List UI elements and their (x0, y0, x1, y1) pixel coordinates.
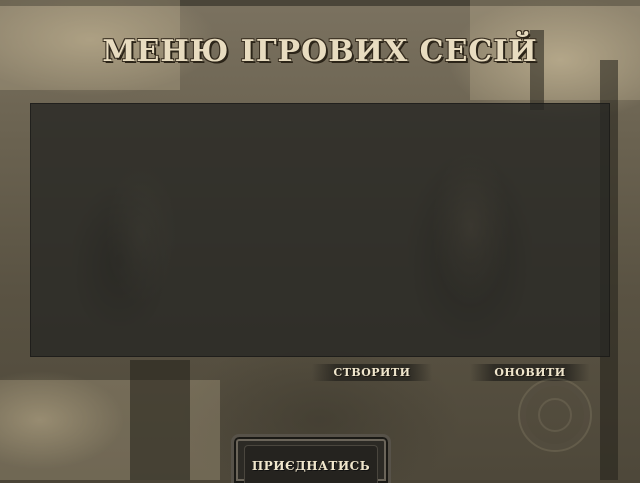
create-button[interactable]: СТВОРИТИ (312, 364, 432, 381)
refresh-button[interactable]: ОНОВИТИ (470, 364, 590, 381)
panel-photo-tint-left (81, 134, 201, 334)
emblem-center (538, 398, 572, 432)
panel-photo-tint-right (411, 118, 531, 338)
emblem-seal-icon (518, 378, 592, 452)
join-button[interactable]: ПРИЄДНАТИСЬ (231, 434, 391, 483)
session-list-panel[interactable] (30, 103, 610, 357)
rubble-shadow (130, 360, 190, 480)
join-button-label: ПРИЄДНАТИСЬ (251, 459, 371, 473)
page-title: МЕНЮ ІГРОВИХ СЕСІЙ (102, 34, 538, 69)
